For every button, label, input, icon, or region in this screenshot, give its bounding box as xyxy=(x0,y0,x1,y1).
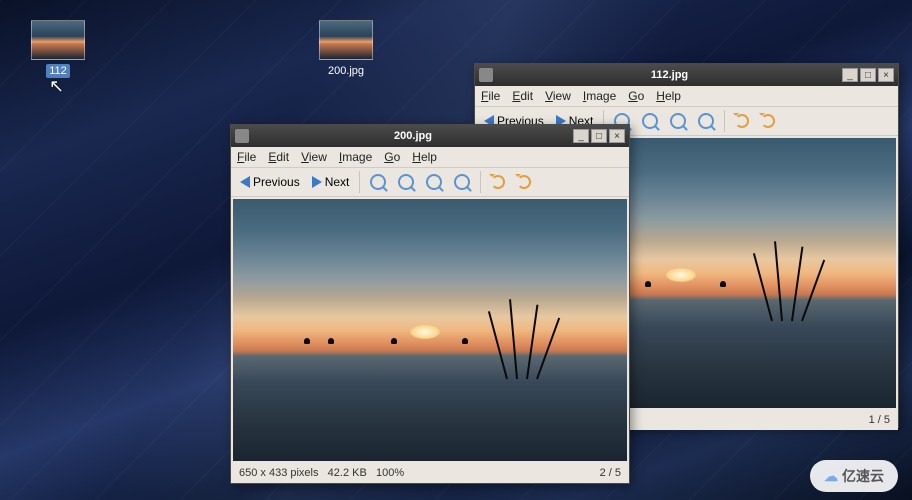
zoom-fit-button[interactable] xyxy=(449,172,475,192)
zoom-in-icon xyxy=(370,174,386,190)
menu-image[interactable]: Image xyxy=(339,150,372,164)
zoom-100-button[interactable] xyxy=(665,111,691,131)
menu-image[interactable]: Image xyxy=(583,89,616,103)
menu-file[interactable]: File xyxy=(481,89,500,103)
menu-help[interactable]: Help xyxy=(412,150,437,164)
close-button[interactable]: × xyxy=(878,68,894,82)
maximize-button[interactable]: □ xyxy=(860,68,876,82)
window-title: 200.jpg xyxy=(255,130,571,142)
close-button[interactable]: × xyxy=(609,129,625,143)
cursor-icon: ↖ xyxy=(49,76,64,97)
menu-help[interactable]: Help xyxy=(656,89,681,103)
zoom-fit-icon xyxy=(698,113,714,129)
status-position: 1 / 5 xyxy=(869,414,890,426)
previous-button[interactable]: Previous xyxy=(235,173,305,191)
icon-label: 112 xyxy=(46,64,70,78)
app-icon xyxy=(235,129,249,143)
separator xyxy=(359,171,360,193)
rotate-left-button[interactable] xyxy=(486,173,510,191)
zoom-100-icon xyxy=(670,113,686,129)
rotate-left-button[interactable] xyxy=(730,112,754,130)
next-button[interactable]: Next xyxy=(307,173,355,191)
separator xyxy=(480,171,481,193)
arrow-right-icon xyxy=(312,176,322,188)
window-title: 112.jpg xyxy=(499,69,840,81)
menubar: File Edit View Image Go Help xyxy=(475,86,898,106)
menu-go[interactable]: Go xyxy=(384,150,400,164)
zoom-100-icon xyxy=(426,174,442,190)
thumbnail-icon xyxy=(319,20,373,60)
menubar: File Edit View Image Go Help xyxy=(231,147,629,167)
icon-label: 200.jpg xyxy=(325,64,367,78)
statusbar: 650 x 433 pixels 42.2 KB 100% 2 / 5 xyxy=(231,463,629,483)
app-icon xyxy=(479,68,493,82)
menu-view[interactable]: View xyxy=(545,89,571,103)
minimize-button[interactable]: _ xyxy=(842,68,858,82)
menu-edit[interactable]: Edit xyxy=(268,150,289,164)
maximize-button[interactable]: □ xyxy=(591,129,607,143)
zoom-out-icon xyxy=(642,113,658,129)
titlebar[interactable]: 200.jpg _ □ × xyxy=(231,125,629,147)
menu-view[interactable]: View xyxy=(301,150,327,164)
rotate-left-icon xyxy=(735,114,749,128)
menu-edit[interactable]: Edit xyxy=(512,89,533,103)
menu-file[interactable]: File xyxy=(237,150,256,164)
zoom-out-button[interactable] xyxy=(393,172,419,192)
zoom-100-button[interactable] xyxy=(421,172,447,192)
status-zoom: 100% xyxy=(376,467,404,479)
zoom-in-button[interactable] xyxy=(365,172,391,192)
zoom-fit-button[interactable] xyxy=(693,111,719,131)
menu-go[interactable]: Go xyxy=(628,89,644,103)
desktop-icon-112[interactable]: 112 xyxy=(22,20,94,78)
rotate-right-icon xyxy=(761,114,775,128)
photo-content xyxy=(233,199,627,461)
rotate-right-button[interactable] xyxy=(756,112,780,130)
minimize-button[interactable]: _ xyxy=(573,129,589,143)
separator xyxy=(724,110,725,132)
status-position: 2 / 5 xyxy=(600,467,621,479)
status-filesize: 42.2 KB xyxy=(328,467,367,479)
zoom-out-button[interactable] xyxy=(637,111,663,131)
image-viewer-window-200[interactable]: 200.jpg _ □ × File Edit View Image Go He… xyxy=(230,124,630,484)
zoom-fit-icon xyxy=(454,174,470,190)
zoom-out-icon xyxy=(398,174,414,190)
rotate-right-icon xyxy=(517,175,531,189)
desktop-icon-200[interactable]: 200.jpg xyxy=(310,20,382,78)
status-dimensions: 650 x 433 pixels xyxy=(239,467,319,479)
rotate-left-icon xyxy=(491,175,505,189)
titlebar[interactable]: 112.jpg _ □ × xyxy=(475,64,898,86)
arrow-left-icon xyxy=(240,176,250,188)
rotate-right-button[interactable] xyxy=(512,173,536,191)
image-canvas[interactable] xyxy=(233,199,627,461)
toolbar: Previous Next xyxy=(231,167,629,197)
watermark: ☁亿速云 xyxy=(810,460,898,492)
thumbnail-icon xyxy=(31,20,85,60)
